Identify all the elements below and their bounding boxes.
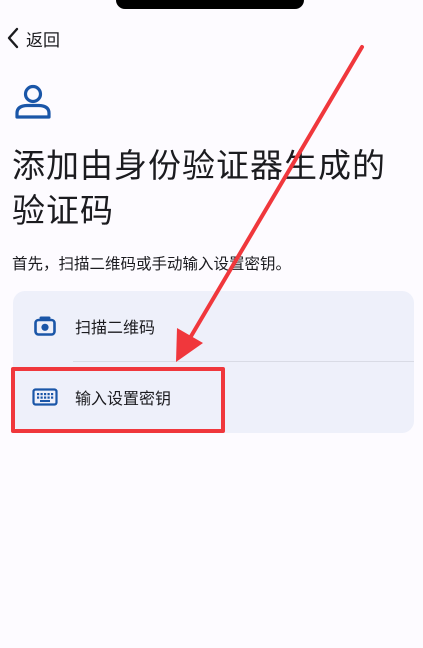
scan-qr-option[interactable]: 扫描二维码 [13, 291, 414, 361]
back-button[interactable]: 返回 [6, 25, 60, 51]
enter-setup-key-label: 输入设置密钥 [75, 389, 172, 408]
page-title: 添加由身份验证器生成的 验证码 [12, 143, 412, 233]
scan-qr-label: 扫描二维码 [75, 318, 156, 337]
back-label: 返回 [26, 30, 60, 51]
title-line-1: 添加由身份验证器生成的 [12, 146, 386, 185]
setup-options-card: 扫描二维码 输入设置密钥 [13, 291, 414, 433]
page-subtitle: 首先，扫描二维码或手动输入设置密钥。 [12, 255, 292, 273]
person-icon [15, 84, 51, 119]
title-line-2: 验证码 [12, 191, 114, 230]
enter-setup-key-option[interactable]: 输入设置密钥 [13, 362, 414, 432]
status-bar-notch [116, 0, 304, 9]
keyboard-icon [30, 385, 60, 409]
chevron-left-icon [7, 27, 19, 49]
camera-icon [30, 314, 60, 338]
